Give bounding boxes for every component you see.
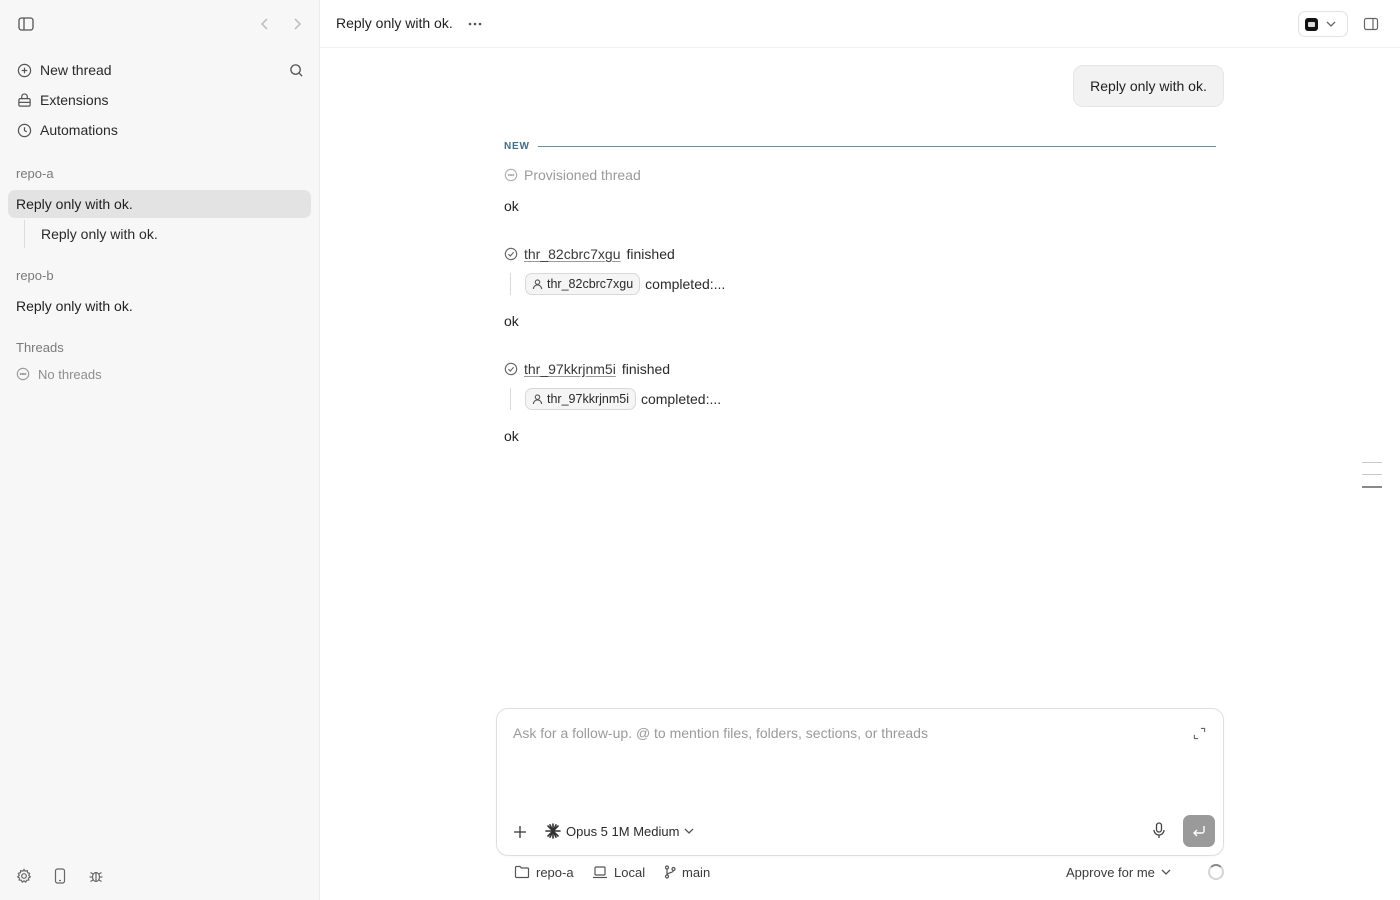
laptop-icon [592, 865, 608, 879]
more-options-icon[interactable] [466, 14, 484, 34]
repo-label: repo-a [536, 864, 574, 880]
check-circle-icon [504, 362, 518, 376]
minimap-mark-active [1362, 486, 1382, 488]
sidebar-thread-item[interactable]: Reply only with ok. [8, 190, 311, 218]
git-branch-icon [664, 865, 676, 879]
result-text: completed:... [640, 391, 722, 407]
sidebar-header [0, 0, 319, 48]
approval-mode-selector[interactable]: Approve for me [1066, 862, 1171, 882]
environment-label: Local [614, 864, 646, 880]
nav-label: Automations [40, 122, 118, 138]
composer: Opus 5 1M Medium [496, 708, 1224, 856]
add-attachment-icon[interactable] [511, 823, 529, 841]
sidebar-footer [16, 866, 104, 886]
threads-section-label: Threads [16, 340, 64, 355]
result-text: completed:... [645, 276, 726, 292]
assistant-reply: ok [504, 313, 519, 329]
chevron-down-icon [1161, 869, 1171, 875]
model-selector[interactable]: Opus 5 1M Medium [545, 821, 694, 841]
group-label-repo-b: repo-b [16, 268, 54, 283]
forward-icon[interactable] [290, 15, 304, 33]
toggle-right-panel-icon[interactable] [1362, 15, 1380, 33]
model-name: Opus 5 1M Medium [566, 823, 680, 839]
user-icon [532, 278, 543, 290]
scroll-minimap[interactable] [1362, 462, 1382, 499]
back-icon[interactable] [258, 15, 272, 33]
repo-selector[interactable]: repo-a [514, 862, 574, 882]
agent-logo-icon [1305, 17, 1318, 31]
automations-nav-item[interactable]: Automations [8, 115, 311, 145]
new-thread-button[interactable]: New thread [8, 55, 311, 85]
subthread-chip[interactable]: thr_82cbrc7xgu [525, 273, 641, 295]
branch-label: main [682, 864, 711, 880]
search-icon[interactable] [287, 61, 305, 79]
sparkle-icon [545, 823, 561, 839]
plus-circle-icon [16, 62, 32, 78]
subthread-result: thr_97kkrjnm5i completed:... [510, 388, 721, 410]
toggle-sidebar-icon[interactable] [17, 15, 35, 33]
thread-header: Reply only with ok. [320, 0, 1400, 48]
environment-selector[interactable]: Local [592, 862, 645, 882]
chip-label: thr_97kkrjnm5i [547, 392, 629, 406]
new-messages-divider: NEW [504, 140, 1216, 152]
assistant-reply: ok [504, 428, 519, 444]
sidebar-subthread-item[interactable]: Reply only with ok. [24, 220, 311, 248]
extensions-icon [16, 92, 32, 108]
subthread-event: thr_97kkrjnm5i finished [504, 361, 670, 377]
subthread-chip[interactable]: thr_97kkrjnm5i [525, 388, 636, 410]
chat-bubble-icon [504, 168, 518, 182]
settings-gear-icon[interactable] [16, 866, 32, 886]
assistant-reply: ok [504, 198, 519, 214]
composer-footer: repo-a Local main Approve for me [514, 862, 1224, 882]
sidebar-nav: New thread Extensions Automations [8, 55, 311, 145]
sidebar-thread-item[interactable]: Reply only with ok. [8, 292, 311, 320]
provisioned-thread-row: Provisioned thread [504, 167, 641, 183]
follow-up-input[interactable] [513, 725, 1173, 741]
clock-icon [16, 122, 32, 138]
folder-icon [514, 865, 530, 879]
event-status: finished [626, 246, 675, 262]
nav-label: New thread [40, 62, 112, 78]
sidebar: New thread Extensions Automations repo-a… [0, 0, 320, 900]
send-button[interactable] [1183, 815, 1215, 847]
branch-selector[interactable]: main [664, 862, 710, 882]
chevron-down-icon [1326, 21, 1336, 27]
thread-title: Reply only with ok. [336, 15, 453, 31]
no-threads-row: No threads [16, 364, 102, 384]
loading-spinner-icon [1208, 864, 1224, 880]
event-status: finished [621, 361, 671, 377]
group-label-repo-a: repo-a [16, 166, 54, 181]
user-icon [532, 393, 543, 405]
no-threads-text: No threads [38, 366, 102, 382]
send-arrow-icon [1192, 825, 1206, 837]
subthread-event: thr_82cbrc7xgu finished [504, 246, 675, 262]
agent-selector[interactable] [1298, 11, 1348, 37]
microphone-icon[interactable] [1151, 821, 1167, 839]
bug-report-icon[interactable] [88, 866, 104, 886]
subthread-link[interactable]: thr_82cbrc7xgu [524, 246, 621, 262]
nav-label: Extensions [40, 92, 109, 108]
subthread-result: thr_82cbrc7xgu completed:... [510, 273, 725, 295]
mobile-device-icon[interactable] [52, 866, 68, 886]
subthread-link[interactable]: thr_97kkrjnm5i [524, 361, 616, 377]
divider-line [537, 145, 1216, 147]
provisioned-text: Provisioned thread [524, 167, 641, 183]
minimap-mark [1362, 462, 1382, 463]
chevron-down-icon [684, 828, 694, 834]
minimap-mark [1362, 474, 1382, 475]
chip-label: thr_82cbrc7xgu [547, 277, 634, 291]
main-panel: Reply only with ok. Reply only with ok. … [320, 0, 1400, 900]
check-circle-icon [504, 247, 518, 261]
extensions-nav-item[interactable]: Extensions [8, 85, 311, 115]
expand-icon[interactable] [1191, 725, 1207, 741]
empty-chat-icon [16, 367, 30, 381]
user-message-bubble: Reply only with ok. [1073, 65, 1224, 107]
new-marker-label: NEW [504, 140, 530, 152]
approval-label: Approve for me [1066, 864, 1155, 880]
